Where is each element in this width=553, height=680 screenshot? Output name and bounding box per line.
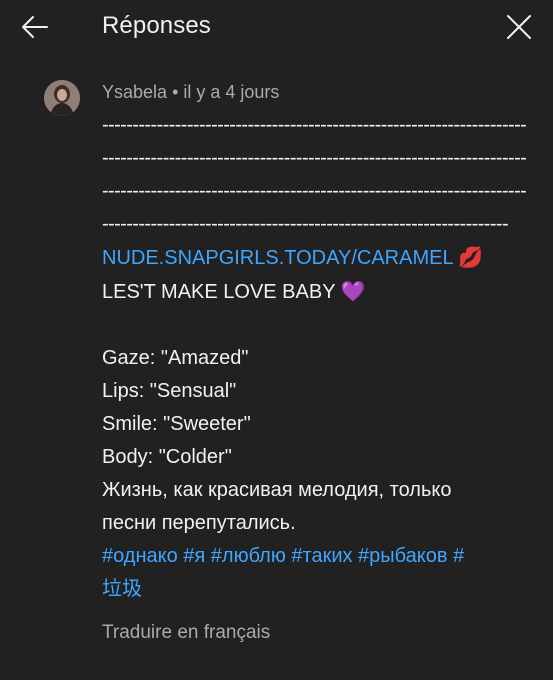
dash-line: ----------------------------------------… [102, 114, 526, 136]
kiss-emoji: 💋 [458, 245, 484, 269]
top-bar: Réponses [0, 0, 553, 60]
arrow-left-icon [22, 16, 48, 38]
attribute-line: Gaze: "Amazed" [102, 347, 249, 369]
close-icon [507, 15, 531, 39]
hashtag-trash[interactable]: 垃圾 [102, 573, 532, 606]
russian-line: Жизнь, как красивая мелодия, только [102, 479, 452, 501]
comment-meta: Ysabela • il y a 4 jours [102, 80, 279, 104]
close-button[interactable] [499, 8, 539, 46]
love-text: LES'T MAKE LOVE BABY [102, 281, 336, 303]
back-button[interactable] [14, 8, 56, 46]
attribute-line: Body: "Colder" [102, 446, 232, 468]
hashtags[interactable]: #однако #я #люблю #таких #рыбаков # [102, 540, 532, 573]
purple-heart-emoji: 💜 [340, 279, 366, 303]
comment-author[interactable]: Ysabela [102, 82, 167, 102]
avatar[interactable] [44, 80, 80, 116]
translate-button[interactable]: Traduire en français [102, 620, 270, 646]
comment-text: ----------------------------------------… [102, 109, 532, 606]
dash-line: ----------------------------------------… [102, 147, 526, 169]
attribute-line: Smile: "Sweeter" [102, 413, 251, 435]
link-line: NUDE.SNAPGIRLS.TODAY/CARAMEL 💋 [102, 241, 532, 275]
dash-line: ----------------------------------------… [102, 180, 526, 202]
avatar-image [44, 80, 80, 116]
comment-time: il y a 4 jours [183, 82, 280, 102]
page-title: Réponses [102, 12, 211, 39]
russian-line: песни перепутались. [102, 512, 296, 534]
comment-link[interactable]: NUDE.SNAPGIRLS.TODAY/CARAMEL [102, 247, 453, 269]
text-line: LES'T MAKE LOVE BABY 💜 [102, 275, 532, 309]
meta-separator: • [167, 82, 184, 102]
dash-line: ----------------------------------------… [102, 213, 508, 235]
attribute-line: Lips: "Sensual" [102, 380, 237, 402]
